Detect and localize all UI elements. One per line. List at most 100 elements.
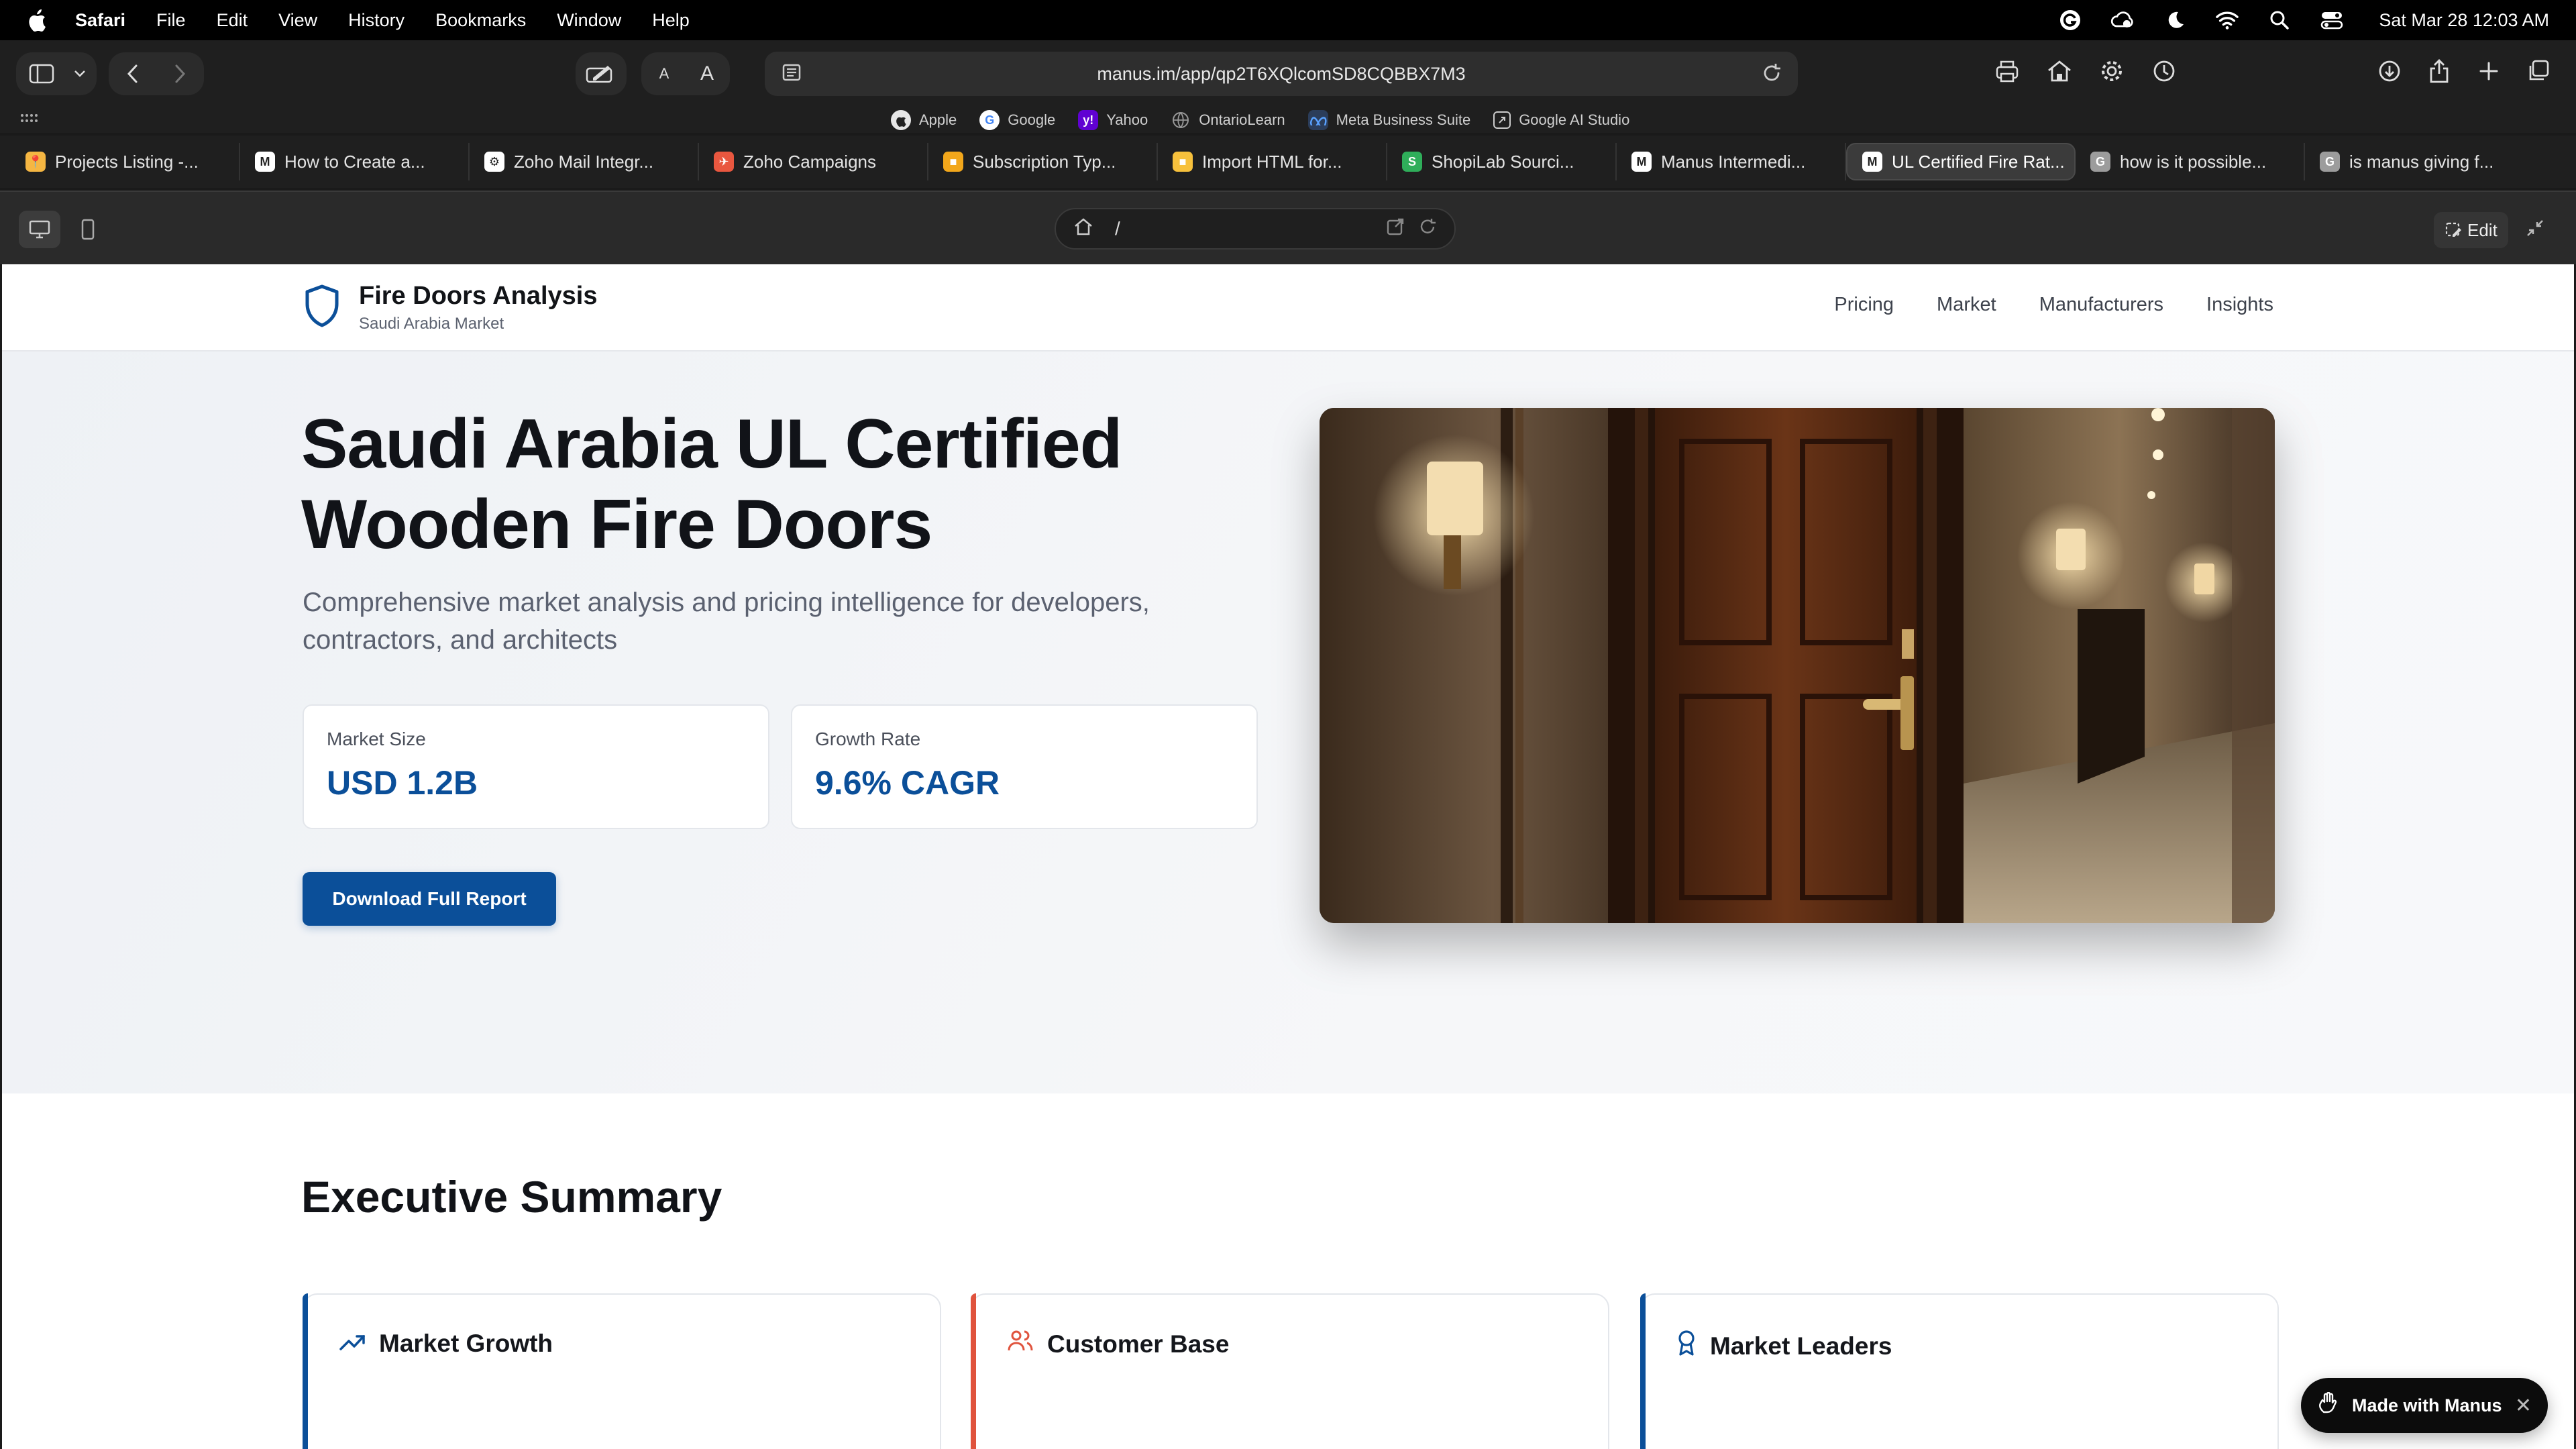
browser-tab[interactable]: M UL Certified Fire Rat... (1846, 143, 2076, 180)
menu-bookmarks[interactable]: Bookmarks (435, 10, 526, 31)
menu-help[interactable]: Help (652, 10, 690, 31)
font-smaller-button[interactable]: A (645, 55, 683, 93)
tab-favicon-icon: ■ (1173, 152, 1193, 172)
reader-view-icon[interactable] (780, 62, 804, 91)
edit-button[interactable]: Edit (2434, 212, 2508, 248)
card-accent-stripe (971, 1293, 976, 1449)
nav-pricing[interactable]: Pricing (1834, 294, 1894, 316)
users-icon (1007, 1330, 1034, 1358)
card-market-leaders[interactable]: Market Leaders (1640, 1293, 2279, 1449)
tab-favicon-icon: G (2090, 152, 2110, 172)
url-text[interactable]: manus.im/app/qp2T6XQlcomSD8CQBBX7M3 (1097, 64, 1465, 85)
nav-market[interactable]: Market (1937, 294, 1996, 316)
card-market-growth[interactable]: Market Growth (303, 1293, 941, 1449)
stat-label: Growth Rate (815, 729, 921, 749)
tab-favicon-icon: M (255, 152, 275, 172)
tab-overview-icon[interactable] (2520, 52, 2557, 90)
menubar-clock[interactable]: Sat Mar 28 12:03 AM (2379, 10, 2549, 31)
cloud-sync-icon[interactable] (2110, 8, 2135, 32)
browser-tab[interactable]: 📍 Projects Listing -... (11, 143, 240, 180)
browser-tab[interactable]: ■ Subscription Typ... (928, 143, 1158, 180)
grammarly-icon[interactable] (2058, 8, 2082, 32)
browser-tab[interactable]: ⚙ Zoho Mail Integr... (470, 143, 699, 180)
forward-icon[interactable] (161, 55, 199, 93)
history-clock-icon[interactable] (2145, 52, 2183, 90)
menu-window[interactable]: Window (557, 10, 621, 31)
sidebar-icon[interactable] (23, 55, 60, 93)
browser-tab[interactable]: ✈ Zoho Campaigns (699, 143, 928, 180)
hero-lead: Comprehensive market analysis and pricin… (303, 588, 1150, 655)
preview-path-bar[interactable]: / (1055, 208, 1456, 250)
card-title: Customer Base (1047, 1330, 1230, 1358)
favorite-google-ai-studio[interactable]: Google AI Studio (1493, 111, 1629, 129)
control-center-icon[interactable] (2320, 8, 2344, 32)
browser-tab[interactable]: Gis manus giving f... (2305, 143, 2534, 180)
card-customer-base[interactable]: Customer Base (971, 1293, 1609, 1449)
share-icon[interactable] (2420, 52, 2458, 90)
refresh-icon[interactable] (1418, 217, 1437, 241)
nav-buttons-group (109, 52, 204, 95)
collapse-icon[interactable] (2526, 219, 2544, 242)
markup-pen-icon[interactable] (582, 55, 620, 93)
spotlight-search-icon[interactable] (2267, 8, 2292, 32)
favorites-bar: Apple G Google y! Yahoo OntarioLearn Met… (0, 107, 2576, 133)
menu-edit[interactable]: Edit (217, 10, 248, 31)
browser-tab[interactable]: ■ Import HTML for... (1158, 143, 1387, 180)
print-icon[interactable] (1988, 52, 2026, 90)
back-icon[interactable] (114, 55, 152, 93)
address-bar[interactable]: manus.im/app/qp2T6XQlcomSD8CQBBX7M3 (765, 52, 1798, 96)
reload-icon[interactable] (1760, 62, 1783, 89)
badge-label: Made with Manus (2352, 1395, 2502, 1415)
preview-path-text[interactable]: / (1115, 218, 1120, 239)
wifi-icon[interactable] (2215, 8, 2239, 32)
shield-icon (303, 284, 341, 331)
executive-summary-section: Executive Summary Market Growth Customer… (2, 1093, 2574, 1449)
tab-label: Zoho Campaigns (743, 151, 876, 172)
site-nav: Pricing Market Manufacturers Insights (1834, 294, 2273, 316)
tab-label: How to Create a... (284, 151, 425, 172)
card-accent-stripe (1640, 1293, 1646, 1449)
yahoo-icon: y! (1078, 110, 1099, 130)
hero-image-fire-door-hallway (1320, 408, 2275, 923)
browser-tab[interactable]: S ShopiLab Sourci... (1387, 143, 1617, 180)
tab-label: ShopiLab Sourci... (1432, 151, 1574, 172)
browser-tab[interactable]: M Manus Intermedi... (1617, 143, 1846, 180)
apple-menu-icon[interactable] (27, 9, 47, 32)
favorites-grid-icon[interactable] (20, 113, 38, 130)
favorite-meta-business-suite[interactable]: Meta Business Suite (1307, 110, 1471, 130)
menu-history[interactable]: History (348, 10, 405, 31)
gear-icon[interactable] (2093, 52, 2131, 90)
favorite-ontariolearn[interactable]: OntarioLearn (1171, 110, 1285, 130)
menu-app-name[interactable]: Safari (75, 10, 125, 31)
tab-favicon-icon: S (1402, 152, 1422, 172)
chevron-down-icon[interactable] (70, 55, 90, 93)
home-icon[interactable] (2041, 52, 2078, 90)
new-tab-plus-icon[interactable] (2470, 52, 2508, 90)
open-external-icon[interactable] (1386, 217, 1405, 241)
menu-file[interactable]: File (156, 10, 186, 31)
mobile-view-icon[interactable] (67, 211, 109, 248)
browser-tab[interactable]: M How to Create a... (240, 143, 470, 180)
nav-insights[interactable]: Insights (2206, 294, 2273, 316)
desktop-view-icon[interactable] (19, 211, 60, 248)
favorite-yahoo[interactable]: y! Yahoo (1078, 110, 1148, 130)
tab-label: UL Certified Fire Rat... (1892, 151, 2065, 172)
downloads-icon[interactable] (2371, 52, 2408, 90)
made-with-manus-badge[interactable]: Made with Manus ✕ (2301, 1378, 2548, 1433)
favorite-label: Meta Business Suite (1336, 111, 1471, 128)
google-icon: G (979, 110, 1000, 130)
nav-manufacturers[interactable]: Manufacturers (2039, 294, 2163, 316)
favorite-apple[interactable]: Apple (891, 110, 957, 130)
favorite-google[interactable]: G Google (979, 110, 1055, 130)
font-larger-button[interactable]: A (688, 55, 726, 93)
home-icon[interactable] (1073, 217, 1093, 241)
tab-label: Import HTML for... (1202, 151, 1342, 172)
stat-card-market-size: Market Size USD 1.2B (303, 704, 769, 829)
brand[interactable]: Fire Doors Analysis Saudi Arabia Market (303, 282, 598, 333)
focus-moon-icon[interactable] (2163, 8, 2187, 32)
menu-view[interactable]: View (278, 10, 317, 31)
browser-tab[interactable]: Ghow is it possible... (2076, 143, 2305, 180)
trending-up-icon (339, 1330, 366, 1358)
download-report-button[interactable]: Download Full Report (303, 872, 556, 926)
close-icon[interactable]: ✕ (2515, 1394, 2532, 1417)
